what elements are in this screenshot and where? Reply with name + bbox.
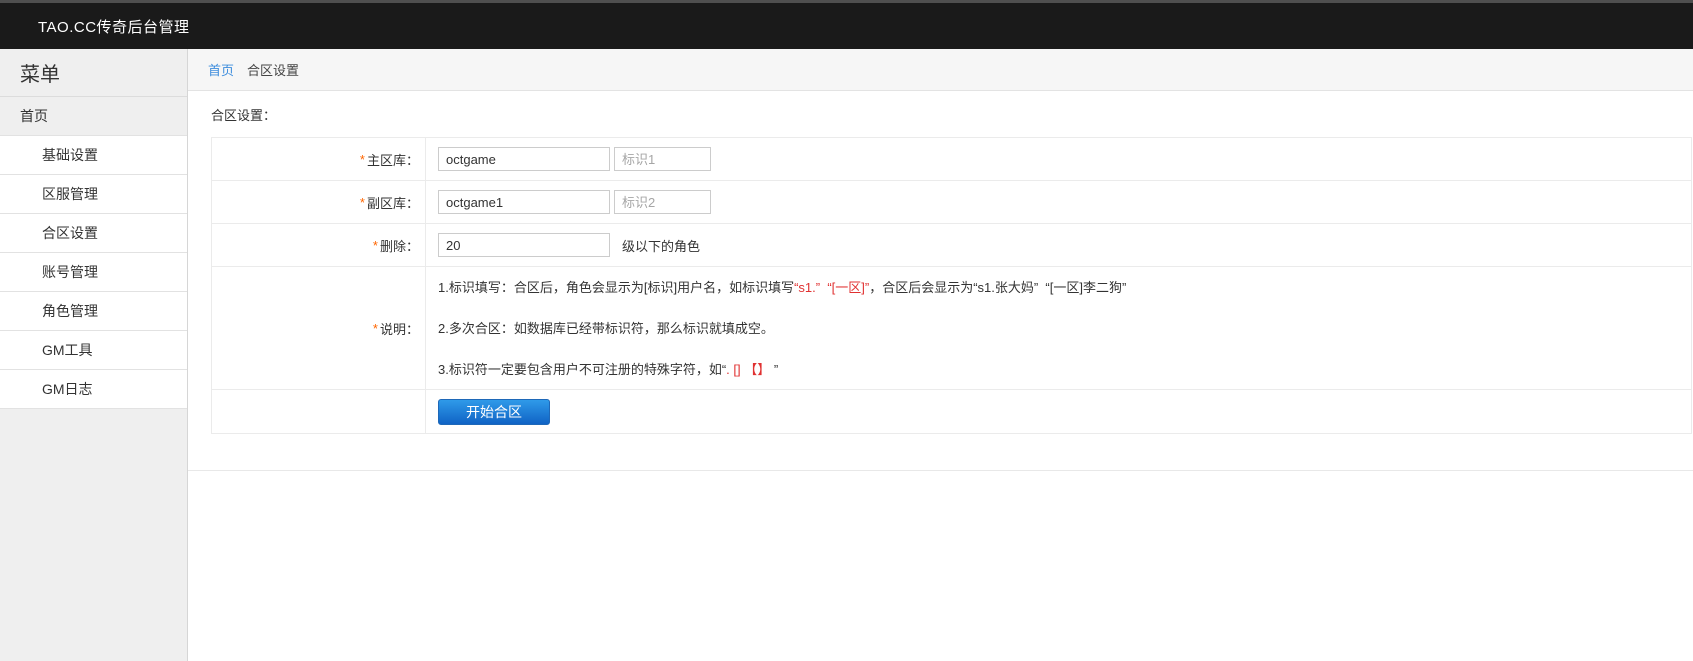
sub-db-tag-input[interactable] bbox=[614, 190, 711, 214]
form-row-submit: 开始合区 bbox=[212, 390, 1691, 433]
note-1-text-tail: ，合区后会显示为“s1.张大妈” “[一区]李二狗” bbox=[869, 280, 1126, 295]
sidebar-item-account-management[interactable]: 账号管理 bbox=[0, 253, 187, 292]
required-mark: * bbox=[373, 321, 378, 336]
note-line-2: 2.多次合区：如数据库已经带标识符，那么标识就填成空。 bbox=[438, 308, 1691, 349]
required-mark: * bbox=[360, 152, 365, 167]
breadcrumb: 首页 合区设置 bbox=[188, 49, 1693, 91]
main-db-label: * 主区库： bbox=[212, 138, 426, 180]
sub-db-input[interactable] bbox=[438, 190, 610, 214]
app-title: TAO.CC传奇后台管理 bbox=[38, 16, 190, 37]
main-db-input[interactable] bbox=[438, 147, 610, 171]
note-3-highlight: . [] 【】 bbox=[726, 362, 770, 377]
notes-label: * 说明： bbox=[212, 267, 426, 389]
note-1-text: 1.标识填写：合区后，角色会显示为[标识]用户名，如标识填写 bbox=[438, 280, 794, 295]
sub-db-label-text: 副区库： bbox=[367, 193, 419, 212]
main-layout: 菜单 首页 基础设置 区服管理 合区设置 账号管理 角色管理 GM工具 GM日志… bbox=[0, 49, 1693, 661]
sidebar-item-home[interactable]: 首页 bbox=[0, 97, 187, 136]
note-3-text: 3.标识符一定要包含用户不可注册的特殊字符，如“ bbox=[438, 362, 726, 377]
main-content: 首页 合区设置 合区设置： * 主区库： * 副区库： bbox=[188, 49, 1693, 661]
main-db-tag-input[interactable] bbox=[614, 147, 711, 171]
sidebar-item-basic-settings[interactable]: 基础设置 bbox=[0, 136, 187, 175]
sidebar: 菜单 首页 基础设置 区服管理 合区设置 账号管理 角色管理 GM工具 GM日志 bbox=[0, 49, 188, 661]
sub-db-label: * 副区库： bbox=[212, 181, 426, 223]
submit-cell: 开始合区 bbox=[426, 390, 1691, 433]
sidebar-item-gm-tools[interactable]: GM工具 bbox=[0, 331, 187, 370]
submit-label-spacer bbox=[212, 390, 426, 433]
notes-label-text: 说明： bbox=[380, 319, 419, 338]
delete-level-input[interactable] bbox=[438, 233, 610, 257]
form-row-sub-db: * 副区库： bbox=[212, 181, 1691, 224]
breadcrumb-home-link[interactable]: 首页 bbox=[208, 60, 234, 79]
breadcrumb-current: 合区设置 bbox=[247, 60, 299, 79]
form-row-delete-level: * 删除： 级以下的角色 bbox=[212, 224, 1691, 267]
sidebar-filler bbox=[0, 409, 187, 661]
delete-level-label: * 删除： bbox=[212, 224, 426, 266]
note-line-1: 1.标识填写：合区后，角色会显示为[标识]用户名，如标识填写“s1.” “[一区… bbox=[438, 267, 1691, 308]
merge-settings-form: * 主区库： * 副区库： bbox=[211, 137, 1692, 434]
sidebar-item-merge-settings[interactable]: 合区设置 bbox=[0, 214, 187, 253]
delete-level-cell: 级以下的角色 bbox=[426, 224, 1691, 266]
note-line-3: 3.标识符一定要包含用户不可注册的特殊字符，如“. [] 【】 ” bbox=[438, 349, 1691, 390]
required-mark: * bbox=[373, 238, 378, 253]
sub-db-cell bbox=[426, 181, 1691, 223]
main-db-cell bbox=[426, 138, 1691, 180]
content-divider bbox=[188, 470, 1693, 471]
form-row-notes: * 说明： 1.标识填写：合区后，角色会显示为[标识]用户名，如标识填写“s1.… bbox=[212, 267, 1691, 390]
sidebar-item-gm-logs[interactable]: GM日志 bbox=[0, 370, 187, 409]
sidebar-item-role-management[interactable]: 角色管理 bbox=[0, 292, 187, 331]
sidebar-item-server-management[interactable]: 区服管理 bbox=[0, 175, 187, 214]
required-mark: * bbox=[360, 195, 365, 210]
delete-level-label-text: 删除： bbox=[380, 236, 419, 255]
start-merge-button[interactable]: 开始合区 bbox=[438, 399, 550, 425]
section-title: 合区设置： bbox=[211, 105, 1693, 124]
main-db-label-text: 主区库： bbox=[367, 150, 419, 169]
form-row-main-db: * 主区库： bbox=[212, 138, 1691, 181]
sidebar-menu-title: 菜单 bbox=[0, 49, 187, 97]
note-3-text-tail: ” bbox=[770, 362, 778, 377]
delete-level-suffix: 级以下的角色 bbox=[622, 236, 700, 255]
note-1-highlight-1: “s1.” bbox=[794, 280, 820, 295]
app-header: TAO.CC传奇后台管理 bbox=[0, 0, 1693, 49]
note-1-highlight-2: “[一区]” bbox=[827, 280, 869, 295]
notes-cell: 1.标识填写：合区后，角色会显示为[标识]用户名，如标识填写“s1.” “[一区… bbox=[426, 267, 1691, 389]
